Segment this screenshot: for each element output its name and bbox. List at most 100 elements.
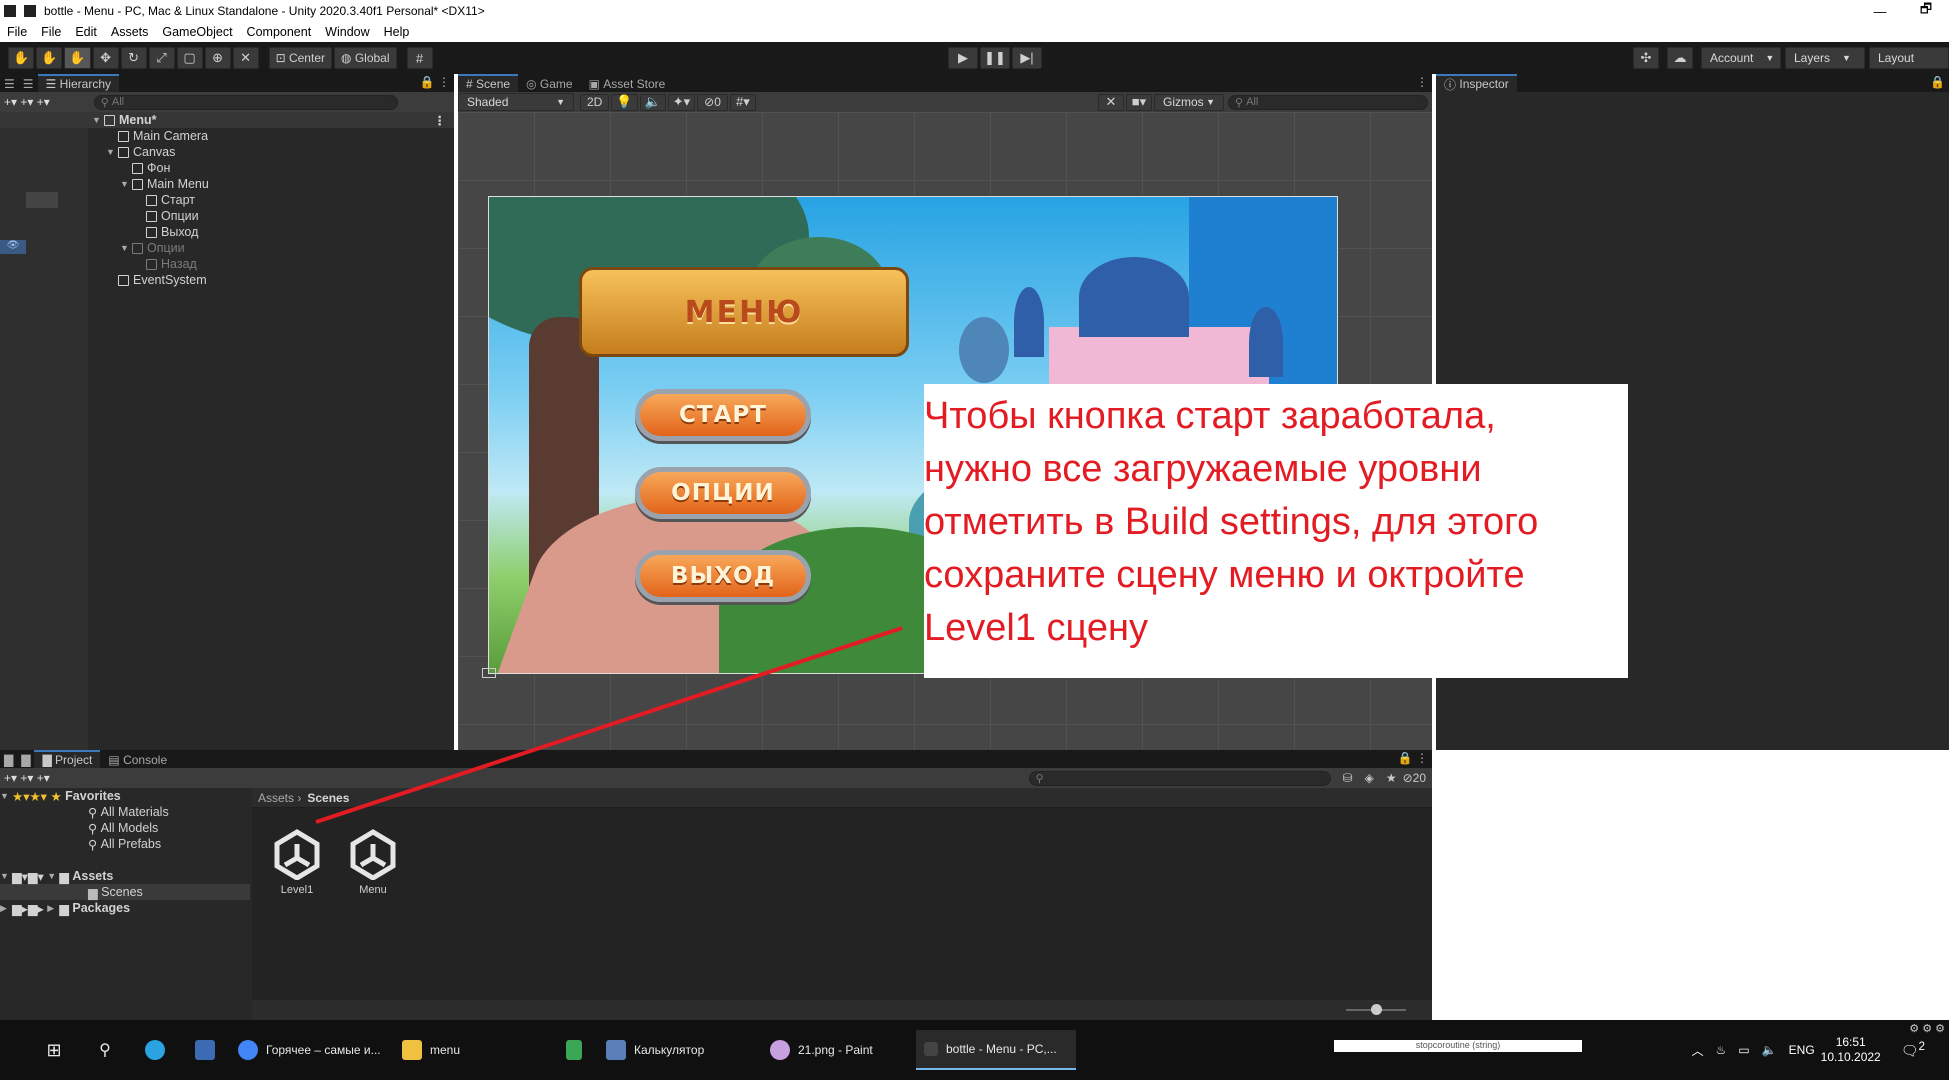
tab-extra-2[interactable]: ▇: [17, 750, 35, 768]
taskbar-chrome[interactable]: Горячее – самые и...: [230, 1030, 394, 1070]
taskbar-paint[interactable]: 21.png - Paint: [762, 1030, 916, 1070]
scenes-folder-row[interactable]: ▆ Scenes: [0, 884, 250, 900]
menu-file[interactable]: File: [0, 25, 34, 39]
project-search-input[interactable]: ⚲: [1028, 770, 1331, 786]
filter-type-icon[interactable]: ⛁: [1343, 771, 1353, 785]
grid-snap-icon[interactable]: #: [406, 47, 433, 69]
tab-extra-1[interactable]: ▇: [0, 750, 18, 768]
hidden-objects-toggle[interactable]: ⊘ 0: [697, 93, 728, 111]
tab-extra-1[interactable]: ☰: [0, 74, 19, 92]
breadcrumb-root[interactable]: Assets: [258, 791, 294, 805]
taskbar-unity[interactable]: bottle - Menu - PC,...: [916, 1030, 1076, 1070]
favorite-item[interactable]: ⚲ All Models: [0, 820, 250, 836]
hierarchy-search-input[interactable]: ⚲ All: [93, 94, 398, 110]
taskbar-explorer[interactable]: menu: [394, 1030, 558, 1070]
chevron-down-icon[interactable]: ▼: [92, 115, 104, 125]
scale-tool-icon[interactable]: ⤢: [148, 47, 175, 69]
hierarchy-item[interactable]: ▼ Опции: [0, 240, 454, 256]
volume-icon[interactable]: 🔈: [1762, 1043, 1777, 1057]
favorite-item[interactable]: ⚲ All Prefabs: [0, 836, 250, 852]
view-tool-icon[interactable]: ✋: [36, 47, 63, 69]
network-icon[interactable]: ▭: [1738, 1043, 1749, 1057]
add-icon[interactable]: +▾: [4, 771, 17, 785]
hierarchy-item[interactable]: Фон: [0, 160, 454, 176]
scene-asset[interactable]: Level1: [264, 828, 330, 896]
hierarchy-scene-row[interactable]: ▼ Menu* ⋮: [0, 112, 454, 128]
tab-extra-2[interactable]: ☰: [18, 74, 38, 92]
play-button[interactable]: ▶: [948, 47, 978, 69]
breadcrumb-current[interactable]: Scenes: [307, 791, 349, 805]
shading-dropdown[interactable]: Shaded ▼: [458, 93, 574, 111]
menu-assets[interactable]: Assets: [104, 25, 156, 39]
chevron-down-icon[interactable]: ▼: [120, 243, 132, 253]
language-indicator[interactable]: ENG: [1789, 1043, 1815, 1057]
scene-search-input[interactable]: ⚲ All: [1228, 94, 1428, 110]
panel-menu-icon[interactable]: 🔒: [1930, 75, 1945, 89]
hierarchy-item[interactable]: Назад: [0, 256, 454, 272]
tab-console[interactable]: ▤ Console: [100, 750, 176, 768]
assets-folder-row[interactable]: ▼ ▆▾▆▾ ▼ ▆ Assets: [0, 868, 250, 884]
slider-handle[interactable]: [1371, 1004, 1382, 1015]
start-game-button[interactable]: СТАРТ: [635, 389, 811, 441]
layers-dropdown[interactable]: Layers ▼: [1785, 47, 1865, 69]
hierarchy-item[interactable]: Main Camera: [0, 128, 454, 144]
space-toggle[interactable]: ◍ Global: [334, 47, 397, 69]
toggle-2d-button[interactable]: 2D: [580, 93, 610, 111]
notifications-icon[interactable]: 🗨2: [1901, 1040, 1925, 1060]
telegram-button[interactable]: [130, 1030, 180, 1070]
scene-asset[interactable]: Menu: [340, 828, 406, 896]
add-icon-2[interactable]: +▾: [20, 771, 33, 785]
hierarchy-item[interactable]: Выход: [0, 224, 454, 240]
panel-menu-icon[interactable]: ⋮: [1416, 75, 1428, 89]
collab-icon[interactable]: ✣: [1633, 47, 1659, 69]
add-icon-3[interactable]: +▾: [37, 95, 50, 109]
hierarchy-item[interactable]: Старт: [0, 192, 454, 208]
tab-game[interactable]: ◎ Game: [518, 74, 581, 92]
tools-icon[interactable]: ✕: [1098, 93, 1124, 111]
move-tool-icon[interactable]: ✥: [92, 47, 119, 69]
rect-tool-icon[interactable]: ▢: [176, 47, 203, 69]
pan-tool-icon[interactable]: ✋: [64, 47, 91, 69]
menu-help[interactable]: Help: [377, 25, 417, 39]
kebab-menu-icon[interactable]: ⋮: [434, 113, 447, 128]
tab-hierarchy[interactable]: ☰ Hierarchy: [37, 74, 119, 92]
custom-tool-icon[interactable]: ✕: [232, 47, 259, 69]
menu-edit[interactable]: Edit: [68, 25, 104, 39]
pivot-toggle[interactable]: ⊡ Center: [268, 47, 332, 69]
add-icon[interactable]: +▾: [4, 95, 17, 109]
taskbar-calculator[interactable]: Калькулятор: [598, 1030, 762, 1070]
favorite-item[interactable]: ⚲ All Materials: [0, 804, 250, 820]
transform-tool-icon[interactable]: ⊕: [204, 47, 231, 69]
remote-desktop-button[interactable]: [180, 1030, 230, 1070]
exit-game-button[interactable]: ВЫХОД: [635, 550, 811, 602]
tab-asset-store[interactable]: ▣ Asset Store: [580, 74, 674, 92]
menu-gameobject[interactable]: GameObject: [155, 25, 239, 39]
panel-menu-icon[interactable]: 🔒 ⋮: [420, 75, 450, 89]
pause-button[interactable]: ❚❚: [980, 47, 1010, 69]
add-icon-2[interactable]: +▾: [20, 95, 33, 109]
hierarchy-item[interactable]: EventSystem: [0, 272, 454, 288]
gizmos-dropdown[interactable]: Gizmos ▼: [1154, 93, 1224, 111]
tab-inspector[interactable]: ⓘ Inspector: [1436, 74, 1517, 92]
hidden-packages-toggle[interactable]: ⊘20: [1403, 771, 1426, 785]
panel-menu-icon[interactable]: 🔒 ⋮: [1398, 751, 1428, 765]
menu-file-2[interactable]: File: [34, 25, 68, 39]
camera-icon[interactable]: ■▾: [1126, 93, 1152, 111]
taskbar-notes[interactable]: [558, 1030, 598, 1070]
menu-window[interactable]: Window: [318, 25, 376, 39]
hierarchy-item[interactable]: ▼ Main Menu: [0, 176, 454, 192]
add-icon-3[interactable]: +▾: [37, 771, 50, 785]
rect-handle[interactable]: [482, 668, 496, 678]
minimize-button[interactable]: —: [1857, 0, 1903, 22]
chevron-down-icon[interactable]: ▼: [106, 147, 118, 157]
packages-folder-row[interactable]: ▶ ▆▸▆▸ ▶ ▆ Packages: [0, 900, 250, 916]
grid-icon[interactable]: #▾: [729, 93, 756, 111]
layout-dropdown[interactable]: Layout: [1869, 47, 1949, 69]
tray-overflow-icon[interactable]: ︿: [1692, 1042, 1704, 1059]
restore-button[interactable]: 🗗: [1903, 0, 1949, 22]
account-dropdown[interactable]: Account ▼: [1701, 47, 1781, 69]
start-button[interactable]: ⊞: [28, 1030, 80, 1070]
step-button[interactable]: ▶|: [1012, 47, 1042, 69]
hierarchy-item[interactable]: ▼ Canvas: [0, 144, 454, 160]
hand-tool-icon[interactable]: ✋: [8, 47, 35, 69]
